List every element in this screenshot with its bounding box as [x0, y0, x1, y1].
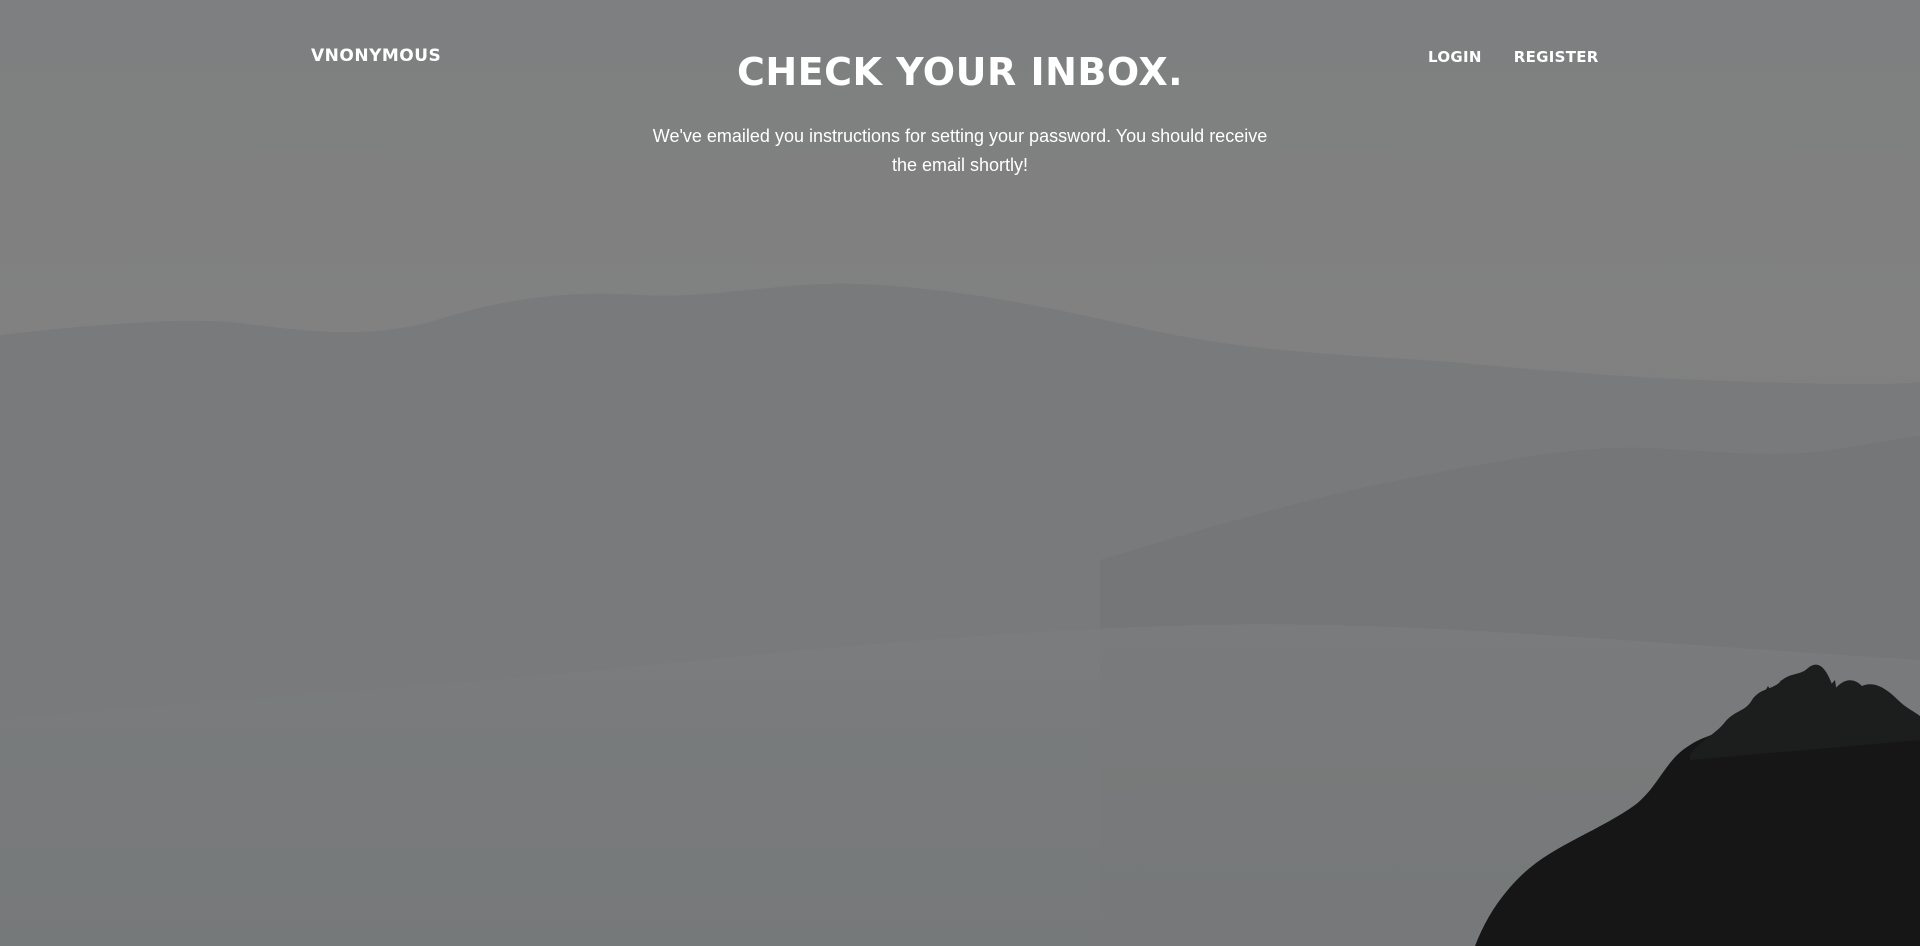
top-nav: LOGIN REGISTER	[1428, 48, 1599, 66]
page-title: CHECK YOUR INBOX.	[736, 50, 1184, 94]
confirmation-message: We've emailed you instructions for setti…	[652, 126, 1268, 175]
main-content: CHECK YOUR INBOX. We've emailed you inst…	[640, 44, 1280, 180]
register-link[interactable]: REGISTER	[1514, 48, 1599, 66]
login-link[interactable]: LOGIN	[1428, 48, 1482, 66]
brand-logo-link[interactable]: VNONYMOUS	[311, 46, 441, 66]
